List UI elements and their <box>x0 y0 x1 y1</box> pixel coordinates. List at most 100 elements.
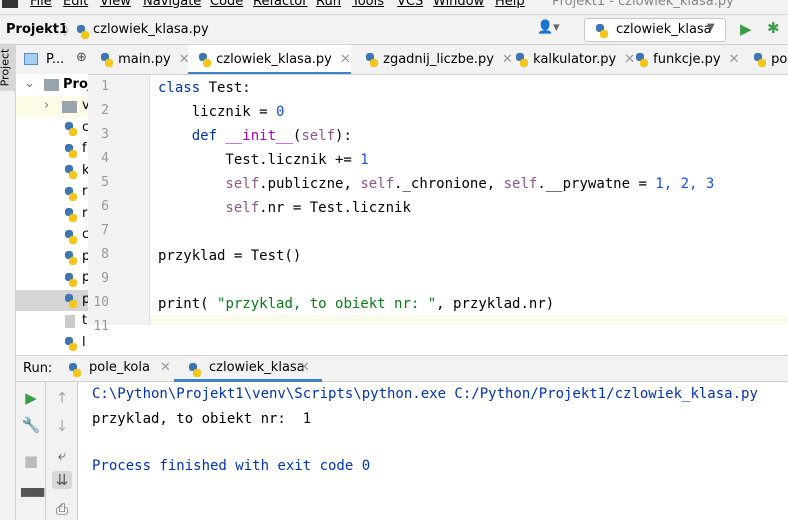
tree-item[interactable]: l <box>16 333 88 354</box>
tree-item[interactable]: k <box>16 161 88 182</box>
tree-item[interactable]: c <box>16 118 88 139</box>
python-file-icon <box>64 294 78 308</box>
close-icon[interactable]: ✕ <box>729 52 740 67</box>
arrow-up-icon[interactable]: ↑ <box>52 389 72 407</box>
run-icon[interactable]: ▶ <box>740 20 752 38</box>
run-config-dropdown[interactable]: czlowiek_klasa ▼ <box>584 18 726 42</box>
editor-tab[interactable]: zgadnij_liczbe.py ✕ <box>355 45 513 74</box>
run-tab-label: pole_kola <box>89 360 150 375</box>
current-line-highlight <box>150 315 788 325</box>
tree-item[interactable]: r <box>16 182 88 203</box>
tab-label: kalkulator.py <box>533 52 617 67</box>
navigation-bar: Projekt1 〉 czlowiek_klasa.py 👤▾ czlowiek… <box>0 14 788 45</box>
menu-window[interactable]: Window <box>433 0 484 9</box>
rerun-icon[interactable]: ▶ <box>21 389 41 407</box>
line-number: 4 <box>101 151 109 166</box>
close-icon[interactable]: ✕ <box>299 360 310 375</box>
code-line-2: licznik = 0 <box>158 104 285 120</box>
user-icon[interactable]: 👤▾ <box>537 20 560 35</box>
breadcrumb-separator-icon: 〉 <box>63 24 77 39</box>
code-editor[interactable]: class Test: licznik = 0 def __init__(sel… <box>150 75 788 325</box>
tree-item[interactable]: p <box>16 247 88 268</box>
soft-wrap-icon[interactable]: ⤶ <box>52 446 72 464</box>
project-tool-tab[interactable]: Project <box>0 45 16 91</box>
editor-tab[interactable]: czlowiek_klasa.py ✕ <box>188 45 351 74</box>
python-file-icon <box>515 52 529 67</box>
window-title: Projekt1 - czlowiek_klasa.py <box>552 0 734 9</box>
python-file-icon <box>64 229 78 244</box>
tree-item[interactable]: f <box>16 139 88 160</box>
tree-item-label: t <box>82 313 88 328</box>
folder-icon <box>62 101 77 113</box>
code-line-5: self.publiczne, self._chronione, self.__… <box>158 176 715 192</box>
python-file-icon <box>64 186 78 201</box>
breadcrumb-file[interactable]: czlowiek_klasa.py <box>93 22 209 37</box>
run-tab-label: czlowiek_klasa <box>209 360 305 375</box>
tree-item[interactable]: p <box>16 268 88 289</box>
menu-file[interactable]: File <box>30 0 52 9</box>
project-tool-label: Project <box>0 48 12 87</box>
editor-tab[interactable]: kalkulator.py ✕ <box>505 45 635 74</box>
python-file-icon <box>753 52 767 67</box>
tree-item[interactable]: p <box>16 289 88 311</box>
python-file-icon <box>198 52 212 67</box>
close-icon[interactable]: ✕ <box>340 52 351 67</box>
code-line-8: przyklad = Test() <box>158 248 302 264</box>
output-exit-line: Process finished with exit code 0 <box>92 458 371 474</box>
scroll-to-end-icon[interactable]: ⇊ <box>52 471 72 489</box>
wrench-icon[interactable]: 🔧 <box>21 416 41 434</box>
menu-code[interactable]: Code <box>210 0 243 9</box>
layout-icon[interactable]: ▀▀ <box>21 488 44 506</box>
run-toolbar: ▶ 🔧 ■ ▀▀ <box>16 382 46 520</box>
python-file-icon <box>64 337 78 351</box>
tab-label: czlowiek_klasa.py <box>216 52 332 67</box>
output-result-line: przyklad, to obiekt nr: 1 <box>92 411 312 427</box>
run-tab-pole-kola[interactable]: pole_kola ✕ <box>68 356 178 382</box>
project-panel-toolbar: P... ⊕ <box>16 45 88 74</box>
project-view-selector[interactable]: P... <box>46 52 64 67</box>
python-file-icon <box>100 52 114 67</box>
tree-item[interactable]: t <box>16 311 88 332</box>
chevron-down-icon: ▼ <box>707 22 715 33</box>
debug-bug-icon[interactable]: ✱ <box>767 19 780 37</box>
chevron-right-icon[interactable]: › <box>44 98 49 113</box>
editor-tabs: main.py ✕ czlowiek_klasa.py ✕ zgadnij_licz… <box>88 45 788 75</box>
menu-vcs[interactable]: VCS <box>397 0 423 9</box>
close-icon[interactable]: ✕ <box>160 360 171 375</box>
line-number: 5 <box>101 175 109 190</box>
chevron-down-icon: ⌄ <box>24 76 35 91</box>
folder-icon <box>44 79 59 91</box>
editor-tab[interactable]: main.py ✕ <box>90 45 190 74</box>
globe-icon[interactable]: ⊕ <box>76 50 87 65</box>
code-line-1: class Test: <box>158 80 251 96</box>
menu-tools[interactable]: Tools <box>352 0 384 9</box>
menu-refactor[interactable]: Refactor <box>253 0 308 9</box>
menu-run[interactable]: Run <box>316 0 341 9</box>
app-logo-icon <box>2 0 18 8</box>
python-icon <box>68 362 82 377</box>
editor-tab[interactable]: funkcje.py ✕ <box>625 45 740 74</box>
print-icon[interactable]: ⎙ <box>52 500 72 518</box>
menu-navigate[interactable]: Navigate <box>143 0 201 9</box>
tree-item[interactable]: › v <box>16 96 88 117</box>
line-number: 2 <box>101 103 109 118</box>
arrow-down-icon[interactable]: ↓ <box>52 417 72 435</box>
tree-root[interactable]: ⌄ Proj <box>16 74 88 96</box>
menu-edit[interactable]: Edit <box>63 0 88 9</box>
run-tab-czlowiek-klasa[interactable]: czlowiek_klasa ✕ <box>174 356 322 382</box>
tab-label: main.py <box>118 52 171 67</box>
breadcrumb-project[interactable]: Projekt1 <box>6 22 68 37</box>
tree-item[interactable]: r <box>16 204 88 225</box>
stop-icon[interactable]: ■ <box>21 452 41 470</box>
python-file-icon <box>64 143 78 158</box>
line-number: 7 <box>101 223 109 238</box>
run-label: Run: <box>23 361 53 376</box>
menu-view[interactable]: View <box>100 0 131 9</box>
menu-help[interactable]: Help <box>495 0 525 9</box>
tree-item[interactable]: c <box>16 225 88 246</box>
python-file-icon <box>64 251 78 265</box>
line-number: 6 <box>101 199 109 214</box>
code-line-10: print( "przyklad, to obiekt nr: ", przyk… <box>158 296 555 312</box>
code-line-6: self.nr = Test.licznik <box>158 200 411 216</box>
editor-tab[interactable]: pol <box>743 45 788 74</box>
